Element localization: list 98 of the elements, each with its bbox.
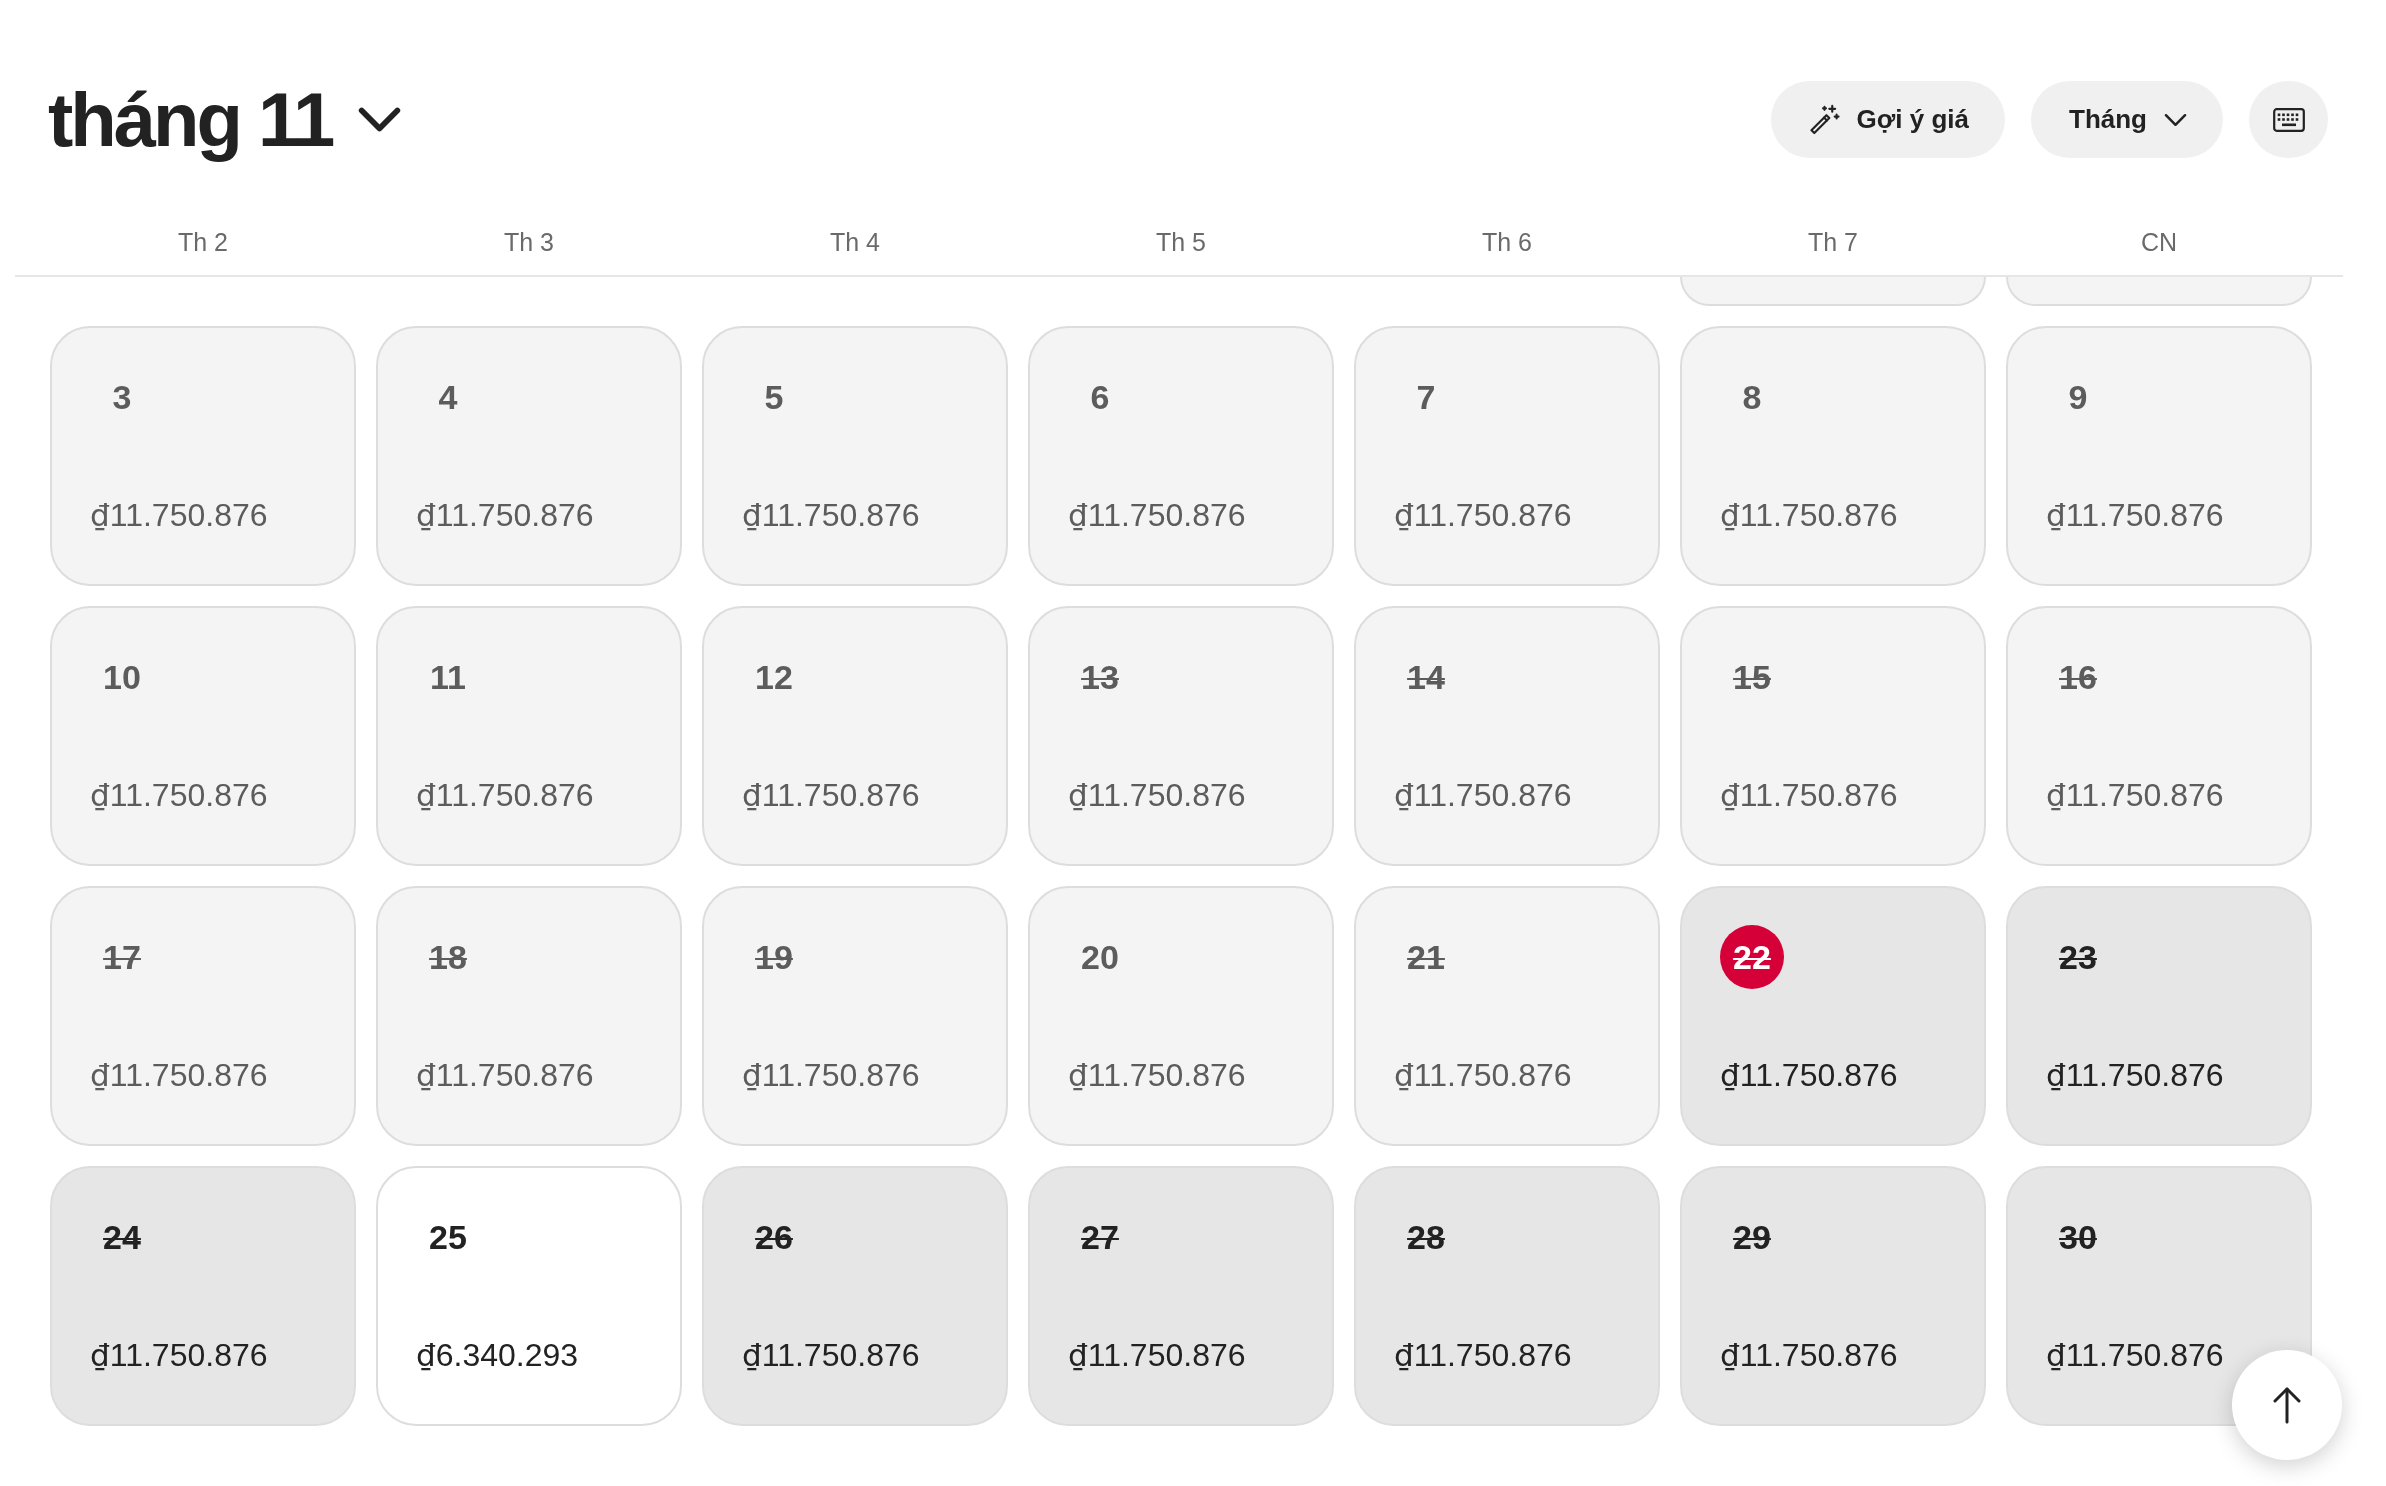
- day-number: 20: [1081, 937, 1119, 977]
- weekday-label: Th 6: [1482, 227, 1532, 257]
- day-cell[interactable]: 11 ₫11.750.876: [376, 606, 682, 866]
- day-cell[interactable]: 24 ₫11.750.876: [50, 1166, 356, 1426]
- day-cell[interactable]: 16 ₫11.750.876: [2006, 606, 2312, 866]
- day-number: 11: [430, 657, 466, 697]
- day-cell[interactable]: 29 ₫11.750.876: [1680, 1166, 1986, 1426]
- day-cell[interactable]: 19 ₫11.750.876: [702, 886, 1008, 1146]
- weekday-label: CN: [2140, 227, 2178, 257]
- day-number: 29: [1733, 1217, 1771, 1257]
- day-price: ₫11.750.876: [90, 496, 268, 534]
- day-number: 28: [1407, 1217, 1445, 1257]
- day-number: 7: [1416, 377, 1436, 417]
- day-number: 26: [755, 1217, 793, 1257]
- day-cell[interactable]: 6 ₫11.750.876: [1028, 326, 1334, 586]
- day-cell[interactable]: 18 ₫11.750.876: [376, 886, 682, 1146]
- day-number: 6: [1090, 377, 1110, 417]
- day-price: ₫11.750.876: [90, 1056, 268, 1094]
- day-price: ₫11.750.876: [1720, 1336, 1898, 1374]
- day-number: 5: [764, 377, 784, 417]
- day-cell[interactable]: 27 ₫11.750.876: [1028, 1166, 1334, 1426]
- day-price: ₫11.750.876: [90, 1336, 268, 1374]
- day-number: 17: [103, 937, 141, 977]
- day-number: 22: [1720, 925, 1784, 989]
- day-cell[interactable]: 12 ₫11.750.876: [702, 606, 1008, 866]
- day-number: 16: [2059, 657, 2097, 697]
- day-cell[interactable]: 9 ₫11.750.876: [2006, 326, 2312, 586]
- day-cell[interactable]: 8 ₫11.750.876: [1680, 326, 1986, 586]
- day-number: 25: [429, 1217, 467, 1257]
- day-number: 30: [2059, 1217, 2097, 1257]
- day-number: 10: [103, 657, 141, 697]
- weekday-label: Th 5: [1156, 227, 1206, 257]
- day-number: 3: [112, 377, 132, 417]
- day-cell[interactable]: 10 ₫11.750.876: [50, 606, 356, 866]
- day-price: ₫11.750.876: [742, 496, 920, 534]
- weekday-label: Th 2: [178, 227, 228, 257]
- day-number: 9: [2068, 377, 2088, 417]
- day-price: ₫11.750.876: [1068, 1056, 1246, 1094]
- day-cell[interactable]: 3 ₫11.750.876: [50, 326, 356, 586]
- day-cell[interactable]: 21 ₫11.750.876: [1354, 886, 1660, 1146]
- price-suggestion-button[interactable]: Gợi ý giá: [1770, 81, 2005, 158]
- day-cell[interactable]: 28 ₫11.750.876: [1354, 1166, 1660, 1426]
- weekday-label: Th 3: [504, 227, 554, 257]
- day-number: 15: [1733, 657, 1771, 697]
- day-number: 12: [755, 657, 793, 697]
- day-number: 23: [2059, 937, 2097, 977]
- day-cell[interactable]: 14 ₫11.750.876: [1354, 606, 1660, 866]
- day-number: 13: [1081, 657, 1119, 697]
- day-number: 8: [1742, 377, 1762, 417]
- day-price: ₫11.750.876: [1068, 496, 1246, 534]
- day-cell[interactable]: 5 ₫11.750.876: [702, 326, 1008, 586]
- day-price: ₫11.750.876: [1068, 1336, 1246, 1374]
- day-cell[interactable]: 4 ₫11.750.876: [376, 326, 682, 586]
- day-cell[interactable]: 30 ₫11.750.876: [2006, 1166, 2312, 1426]
- day-price: ₫11.750.876: [1394, 1336, 1572, 1374]
- keyboard-icon: [2272, 107, 2305, 132]
- day-price: ₫11.750.876: [2046, 1056, 2224, 1094]
- chevron-down-icon: [358, 107, 402, 132]
- day-price: ₫11.750.876: [416, 1056, 594, 1094]
- day-price: ₫11.750.876: [2046, 496, 2224, 534]
- weekday-label: Th 4: [830, 227, 880, 257]
- day-price: ₫11.750.876: [2046, 776, 2224, 814]
- day-price: ₫11.750.876: [416, 776, 594, 814]
- day-price: ₫11.750.876: [1720, 496, 1898, 534]
- magic-wand-icon: [1808, 104, 1840, 135]
- day-cell[interactable]: 26 ₫11.750.876: [702, 1166, 1008, 1426]
- view-dropdown-button[interactable]: Tháng: [2031, 81, 2223, 158]
- day-price: ₫11.750.876: [1720, 776, 1898, 814]
- chevron-down-icon: [2164, 112, 2187, 127]
- day-cell[interactable]: 13 ₫11.750.876: [1028, 606, 1334, 866]
- arrow-up-icon: [2271, 1386, 2303, 1424]
- day-cell[interactable]: 22 ₫11.750.876: [1680, 886, 1986, 1146]
- day-price: ₫11.750.876: [1394, 1056, 1572, 1094]
- day-cell[interactable]: 20 ₫11.750.876: [1028, 886, 1334, 1146]
- day-price: ₫11.750.876: [1394, 496, 1572, 534]
- day-price: ₫11.750.876: [1720, 1056, 1898, 1094]
- weekday-label: Th 7: [1808, 227, 1858, 257]
- day-number: 21: [1407, 937, 1445, 977]
- day-price: ₫11.750.876: [2046, 1336, 2224, 1374]
- day-number: 19: [755, 937, 793, 977]
- day-price: ₫11.750.876: [742, 1336, 920, 1374]
- day-price: ₫11.750.876: [742, 776, 920, 814]
- day-number: 24: [103, 1217, 141, 1257]
- day-number: 18: [429, 937, 467, 977]
- day-price: ₫11.750.876: [742, 1056, 920, 1094]
- day-number: 4: [438, 377, 458, 417]
- day-number: 27: [1081, 1217, 1119, 1257]
- day-cell[interactable]: 25 ₫6.340.293: [376, 1166, 682, 1426]
- day-price: ₫11.750.876: [1068, 776, 1246, 814]
- day-price: ₫11.750.876: [90, 776, 268, 814]
- day-price: ₫6.340.293: [416, 1336, 579, 1374]
- day-cell[interactable]: 7 ₫11.750.876: [1354, 326, 1660, 586]
- day-number: 14: [1407, 657, 1445, 697]
- day-price: ₫11.750.876: [416, 496, 594, 534]
- day-price: ₫11.750.876: [1394, 776, 1572, 814]
- day-cell[interactable]: 17 ₫11.750.876: [50, 886, 356, 1146]
- day-cell[interactable]: 15 ₫11.750.876: [1680, 606, 1986, 866]
- day-cell[interactable]: 23 ₫11.750.876: [2006, 886, 2312, 1146]
